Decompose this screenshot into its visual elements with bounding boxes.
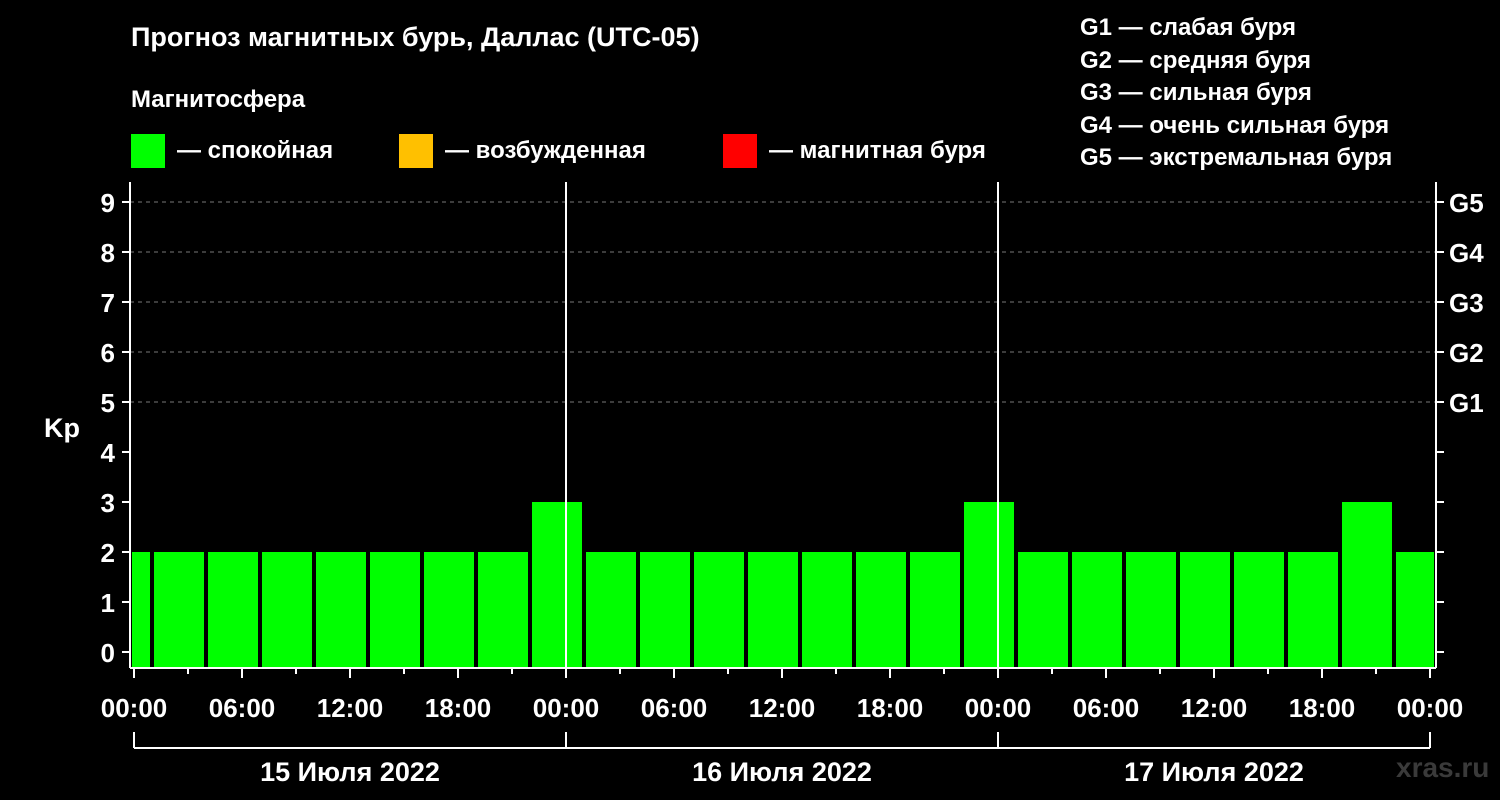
y-tick-label: 3	[101, 488, 115, 518]
x-tick-label: 12:00	[1181, 693, 1248, 723]
kp-bar	[316, 552, 366, 668]
kp-bar	[640, 552, 690, 668]
day-label: 15 Июля 2022	[260, 757, 440, 787]
kp-bar	[694, 552, 744, 668]
x-tick-label: 12:00	[749, 693, 816, 723]
kp-bar	[370, 552, 420, 668]
kp-bar	[964, 502, 1014, 668]
kp-bar	[1072, 552, 1122, 668]
y-tick-label: 4	[101, 438, 116, 468]
kp-bar	[1180, 552, 1230, 668]
kp-bar	[424, 552, 474, 668]
x-tick-label: 06:00	[1073, 693, 1140, 723]
kp-bar	[910, 552, 960, 668]
kp-bar	[532, 502, 582, 668]
y-tick-label: 6	[101, 338, 115, 368]
g-tick-label: G2	[1449, 338, 1484, 368]
kp-bar	[208, 552, 258, 668]
kp-bar	[1396, 552, 1434, 668]
kp-bar	[1288, 552, 1338, 668]
x-tick-label: 18:00	[857, 693, 924, 723]
y-axis-label: Kp	[44, 413, 80, 443]
kp-bar	[1342, 502, 1392, 668]
y-tick-label: 1	[101, 588, 115, 618]
kp-bar	[262, 552, 312, 668]
x-tick-label: 00:00	[1397, 693, 1464, 723]
x-tick-label: 00:00	[101, 693, 168, 723]
kp-bar	[154, 552, 204, 668]
kp-bar	[748, 552, 798, 668]
kp-bar	[478, 552, 528, 668]
kp-bar	[856, 552, 906, 668]
y-tick-label: 0	[101, 638, 115, 668]
y-tick-label: 9	[101, 188, 115, 218]
kp-bar	[586, 552, 636, 668]
x-tick-label: 18:00	[1289, 693, 1356, 723]
kp-bar	[1234, 552, 1284, 668]
kp-bar-chart: Kp 0 1 2 3 4 5 6 7 8 9 G1 G2 G3 G4 G5 00:00 06:00 12:00 18…	[44, 182, 1484, 787]
g-tick-label: G1	[1449, 388, 1484, 418]
y-tick-label: 8	[101, 238, 115, 268]
y-tick-label: 7	[101, 288, 115, 318]
x-tick-label: 00:00	[965, 693, 1032, 723]
day-label: 17 Июля 2022	[1124, 757, 1304, 787]
watermark: xras.ru	[1396, 752, 1490, 783]
kp-bar	[1126, 552, 1176, 668]
y-tick-label: 5	[101, 388, 115, 418]
x-tick-label: 06:00	[641, 693, 708, 723]
x-tick-label: 06:00	[209, 693, 276, 723]
g-tick-label: G4	[1449, 238, 1484, 268]
x-tick-label: 12:00	[317, 693, 384, 723]
kp-bar	[1018, 552, 1068, 668]
x-tick-label: 18:00	[425, 693, 492, 723]
kp-bar	[802, 552, 852, 668]
g-tick-label: G5	[1449, 188, 1484, 218]
day-label: 16 Июля 2022	[692, 757, 872, 787]
y-tick-label: 2	[101, 538, 115, 568]
x-tick-label: 00:00	[533, 693, 600, 723]
kp-bar	[132, 552, 150, 668]
g-tick-label: G3	[1449, 288, 1484, 318]
